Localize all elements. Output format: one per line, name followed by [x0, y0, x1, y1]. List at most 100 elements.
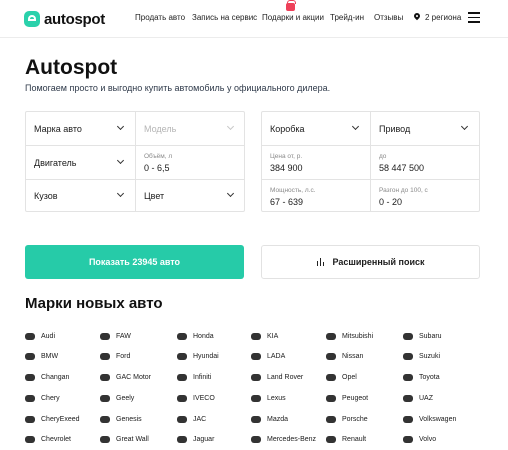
brand-link[interactable]: Volkswagen: [403, 413, 456, 425]
filter-block-right: Коробка Привод Цена от, р. 384 900 до 58…: [261, 111, 480, 212]
chevron-down-icon: [351, 122, 360, 131]
brand-logo-icon: [326, 332, 336, 340]
brand-logo-icon: [177, 394, 187, 402]
filter-sliders-icon: [316, 258, 325, 266]
brand-link[interactable]: Volvo: [403, 433, 436, 445]
engine-select[interactable]: Двигатель: [26, 146, 136, 180]
brand-logo-icon: [100, 373, 110, 381]
brand-link[interactable]: Nissan: [326, 350, 363, 362]
brand-logo-icon: [25, 352, 35, 360]
brand-logo-icon: [25, 394, 35, 402]
brand-link[interactable]: Suzuki: [403, 350, 440, 362]
show-results-button[interactable]: Показать 23945 авто: [25, 245, 244, 279]
brand-logo-icon: [326, 394, 336, 402]
brand-logo-icon: [100, 415, 110, 423]
chevron-down-icon: [116, 189, 125, 198]
advanced-search-button[interactable]: Расширенный поиск: [261, 245, 480, 279]
location-pin-icon: [412, 11, 422, 21]
chevron-down-icon: [226, 189, 235, 198]
brand-link[interactable]: JAC: [177, 413, 206, 425]
brand-link[interactable]: Infiniti: [177, 371, 211, 383]
body-select[interactable]: Кузов: [26, 180, 136, 211]
nav-sell-car[interactable]: Продать авто: [135, 13, 185, 22]
brand-link[interactable]: Mitsubishi: [326, 330, 373, 342]
brand-logo-icon: [326, 352, 336, 360]
brand-link[interactable]: IVECO: [177, 392, 215, 404]
filter-block-left: Марка авто Модель Двигатель Объём, л 0 -…: [25, 111, 245, 212]
brand-link[interactable]: LADA: [251, 350, 285, 362]
brand-logo-icon: [326, 415, 336, 423]
advanced-search-label: Расширенный поиск: [332, 257, 425, 267]
brand-logo-icon: [100, 332, 110, 340]
brand-link[interactable]: Changan: [25, 371, 69, 383]
brand-link[interactable]: Porsche: [326, 413, 368, 425]
brand-link[interactable]: FAW: [100, 330, 131, 342]
brand-link[interactable]: Hyundai: [177, 350, 219, 362]
brand-logo-icon: [403, 352, 413, 360]
brand-link[interactable]: Chery: [25, 392, 60, 404]
brand-logo-icon: [403, 373, 413, 381]
brand-logo-icon: [326, 373, 336, 381]
model-select[interactable]: Модель: [136, 112, 244, 146]
logo-icon: [24, 11, 40, 27]
brand-link[interactable]: Subaru: [403, 330, 442, 342]
page-title: Autospot: [25, 56, 118, 79]
chevron-down-icon: [116, 156, 125, 165]
brand-link[interactable]: Geely: [100, 392, 134, 404]
brand-select[interactable]: Марка авто: [26, 112, 136, 146]
logo[interactable]: autospot: [24, 10, 105, 28]
chevron-down-icon: [116, 122, 125, 131]
brand-link[interactable]: Audi: [25, 330, 55, 342]
brand-link[interactable]: Great Wall: [100, 433, 149, 445]
nav-trade-in[interactable]: Трейд-ин: [330, 13, 364, 22]
chevron-down-icon: [226, 122, 235, 131]
brand-link[interactable]: KIA: [251, 330, 278, 342]
brand-link[interactable]: Ford: [100, 350, 130, 362]
brand-link[interactable]: Mercedes-Benz: [251, 433, 316, 445]
page-subtitle: Помогаем просто и выгодно купить автомоб…: [25, 83, 331, 93]
brand-link[interactable]: Opel: [326, 371, 357, 383]
nav-promotions[interactable]: Подарки и акции: [262, 13, 324, 22]
brand-link[interactable]: Lexus: [251, 392, 286, 404]
brand-logo-icon: [326, 435, 336, 443]
acceleration-range[interactable]: Разгон до 100, с 0 - 20: [371, 180, 479, 211]
brand-link[interactable]: BMW: [25, 350, 58, 362]
menu-icon[interactable]: [468, 12, 480, 23]
brand-logo-icon: [403, 332, 413, 340]
brand-logo-icon: [25, 415, 35, 423]
brand-link[interactable]: Mazda: [251, 413, 288, 425]
brand-logo-icon: [251, 373, 261, 381]
logo-text: autospot: [44, 10, 105, 28]
brand-link[interactable]: Genesis: [100, 413, 142, 425]
brand-link[interactable]: Renault: [326, 433, 366, 445]
brand-logo-icon: [25, 373, 35, 381]
brand-logo-icon: [251, 352, 261, 360]
color-select[interactable]: Цвет: [136, 180, 244, 211]
power-range[interactable]: Мощность, л.с. 67 - 639: [262, 180, 371, 211]
drive-select[interactable]: Привод: [371, 112, 479, 146]
brand-link[interactable]: CheryExeed: [25, 413, 80, 425]
chevron-down-icon: [460, 122, 469, 131]
nav-reviews[interactable]: Отзывы: [374, 13, 403, 22]
brand-logo-icon: [100, 352, 110, 360]
price-to-input[interactable]: до 58 447 500: [371, 146, 479, 180]
brand-logo-icon: [100, 394, 110, 402]
gearbox-select[interactable]: Коробка: [262, 112, 371, 146]
volume-range[interactable]: Объём, л 0 - 6,5: [136, 146, 244, 180]
brand-logo-icon: [251, 415, 261, 423]
brand-logo-icon: [403, 394, 413, 402]
brand-link[interactable]: Honda: [177, 330, 214, 342]
brand-link[interactable]: Chevrolet: [25, 433, 71, 445]
brand-link[interactable]: Toyota: [403, 371, 440, 383]
region-selector[interactable]: 2 региона: [425, 13, 461, 22]
brand-link[interactable]: Jaguar: [177, 433, 214, 445]
price-from-input[interactable]: Цена от, р. 384 900: [262, 146, 371, 180]
brand-link[interactable]: Peugeot: [326, 392, 368, 404]
nav-service[interactable]: Запись на сервис: [192, 13, 257, 22]
brand-logo-icon: [177, 415, 187, 423]
gift-icon: [286, 0, 296, 11]
brand-link[interactable]: Land Rover: [251, 371, 303, 383]
brand-link[interactable]: UAZ: [403, 392, 433, 404]
brand-logo-icon: [177, 332, 187, 340]
brand-link[interactable]: GAC Motor: [100, 371, 151, 383]
